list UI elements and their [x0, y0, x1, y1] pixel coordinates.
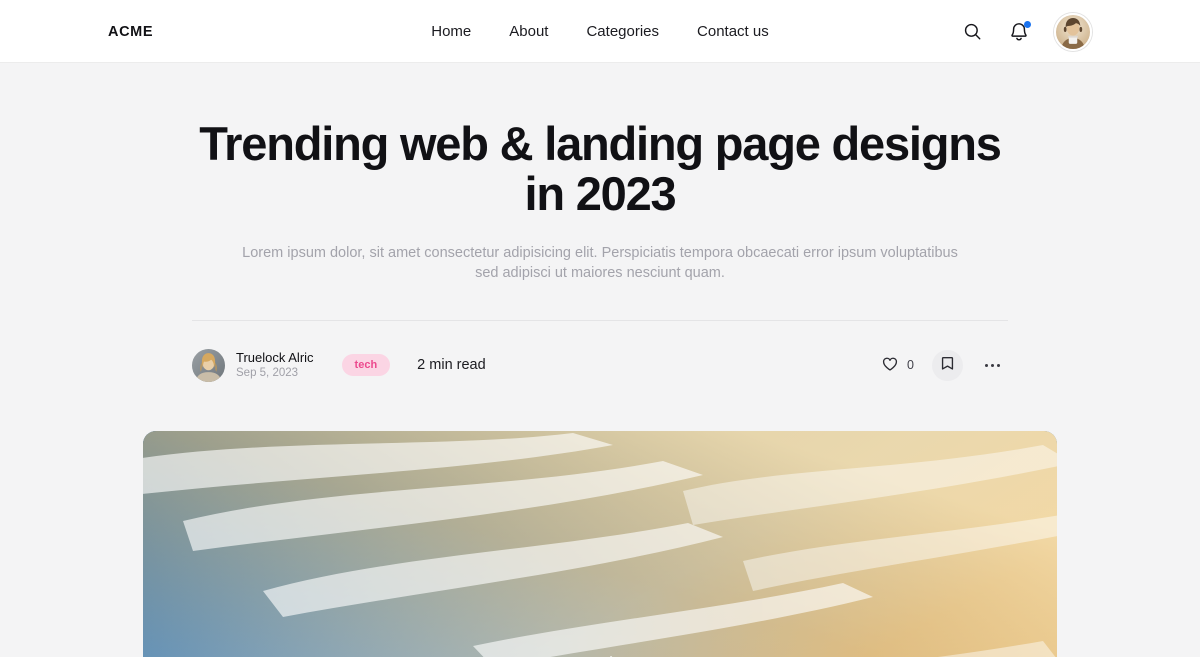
author-name: Truelock Alric	[236, 349, 314, 365]
nav-link-categories[interactable]: Categories	[586, 23, 659, 40]
like-button[interactable]: 0	[877, 351, 918, 380]
article-actions: 0	[877, 349, 1008, 381]
nav-link-home[interactable]: Home	[431, 23, 471, 40]
user-avatar[interactable]	[1054, 12, 1092, 51]
main-navigation: Home About Categories Contact us	[431, 23, 768, 40]
notifications-button[interactable]	[1007, 20, 1031, 44]
more-horizontal-icon	[984, 363, 1001, 367]
bookmark-icon	[939, 355, 956, 375]
article-meta-row: Truelock Alric Sep 5, 2023 tech 2 min re…	[192, 348, 1008, 382]
brand-logo[interactable]: ACME	[108, 24, 153, 40]
nav-link-contact-us[interactable]: Contact us	[697, 23, 769, 40]
author-avatar-image	[192, 348, 225, 382]
article-header: Trending web & landing page designs in 2…	[192, 63, 1008, 321]
author-block[interactable]: Truelock Alric Sep 5, 2023	[192, 348, 314, 382]
article-page: Trending web & landing page designs in 2…	[0, 63, 1200, 657]
hero-image-wrap	[143, 430, 1057, 657]
search-icon	[963, 22, 982, 41]
heart-icon	[881, 355, 899, 376]
search-button[interactable]	[960, 20, 984, 44]
like-count: 0	[907, 358, 914, 373]
author-avatar	[192, 348, 225, 382]
header-actions	[960, 12, 1092, 51]
notification-badge	[1023, 20, 1031, 28]
bookmark-button[interactable]	[932, 349, 963, 381]
site-header: ACME Home About Categories Contact us	[0, 0, 1200, 63]
more-options-button[interactable]	[977, 350, 1008, 381]
category-tag[interactable]: tech	[341, 354, 391, 377]
avatar-image	[1056, 14, 1090, 49]
article-subtitle: Lorem ipsum dolor, sit amet consectetur …	[242, 244, 958, 282]
page-title: Trending web & landing page designs in 2…	[199, 117, 1002, 221]
publish-date: Sep 5, 2023	[236, 367, 299, 380]
author-text: Truelock Alric Sep 5, 2023	[236, 349, 314, 382]
read-time: 2 min read	[417, 357, 486, 374]
hero-image-graphic	[143, 430, 1057, 657]
hero-image	[143, 430, 1057, 657]
header-divider	[192, 319, 1008, 321]
nav-link-about[interactable]: About	[509, 23, 548, 40]
